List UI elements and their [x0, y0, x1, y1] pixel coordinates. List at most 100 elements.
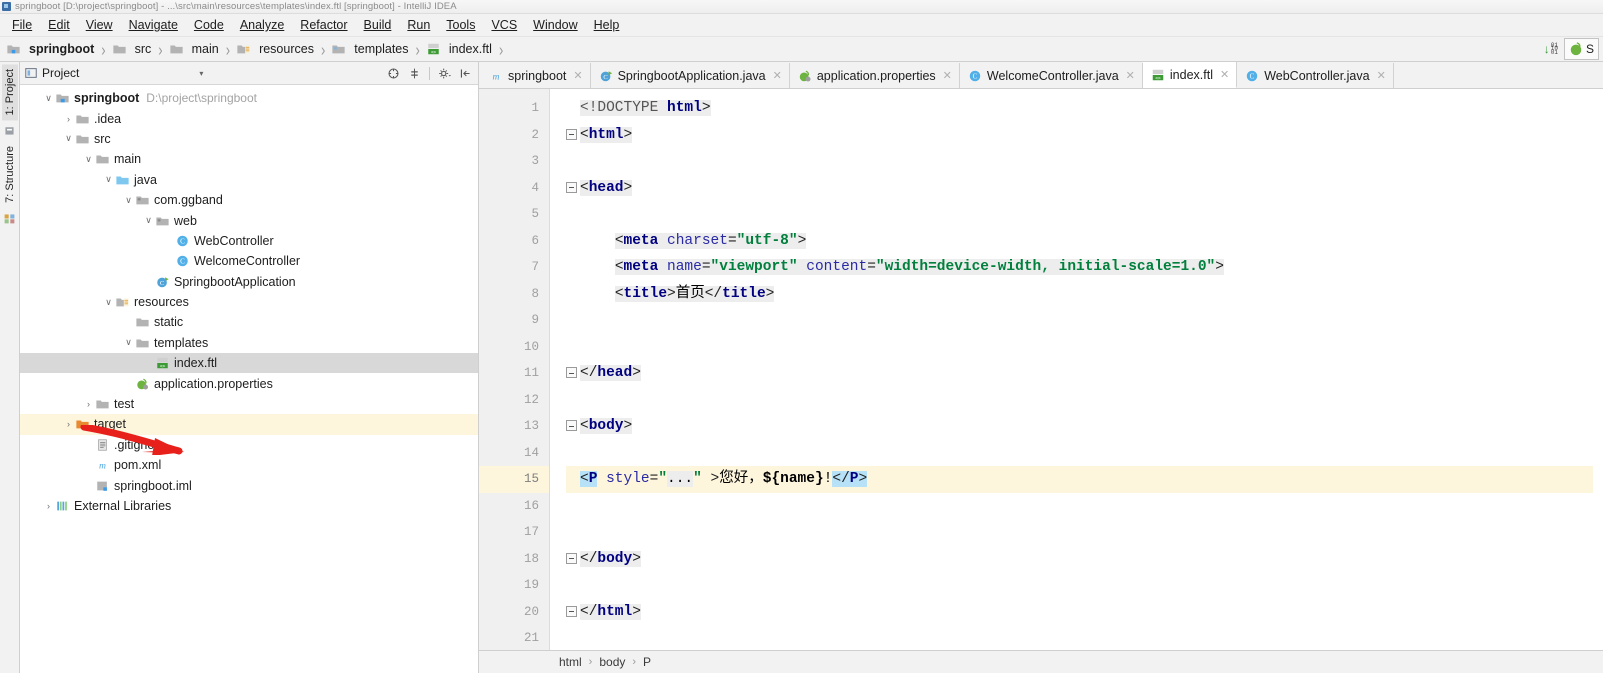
hide-panel-icon[interactable]: [459, 67, 472, 80]
code-line-7[interactable]: <meta name="viewport" content="width=dev…: [566, 254, 1603, 281]
breadcrumb-springboot[interactable]: springboot: [6, 42, 94, 56]
menu-vcs[interactable]: VCS: [483, 16, 525, 34]
code-line-21[interactable]: [566, 625, 1603, 650]
chevron-down-icon[interactable]: ∨: [142, 214, 155, 227]
code-fold-toggle[interactable]: [566, 181, 577, 193]
code-fold-toggle[interactable]: [566, 605, 577, 617]
menu-file[interactable]: File: [4, 16, 40, 34]
tree-row-springbootapplication[interactable]: C SpringbootApplication: [20, 272, 478, 292]
code-line-1[interactable]: <!DOCTYPE html>: [566, 95, 1603, 122]
menu-help[interactable]: Help: [586, 16, 628, 34]
code-editor[interactable]: 1 2 3 4 5 6 7 8 9 10 11 12 13 14 15 16 17 18 19 20 21 <!DOCT…: [479, 89, 1603, 650]
code-fold-toggle[interactable]: [566, 420, 577, 431]
editor-tab-webcontroller-java[interactable]: C WebController.java ✕: [1237, 63, 1394, 88]
code-line-6[interactable]: <meta charset="utf-8">: [566, 228, 1603, 255]
ant-build-icon[interactable]: [3, 212, 16, 225]
breadcrumb-index-ftl[interactable]: <> index.ftl: [426, 42, 492, 56]
code-text-area[interactable]: <!DOCTYPE html> <html> <head> <meta charse…: [550, 89, 1603, 650]
tool-tab-structure[interactable]: 7: Structure: [2, 141, 18, 208]
code-line-10[interactable]: [566, 334, 1603, 361]
code-line-11[interactable]: </head>: [566, 360, 1603, 387]
menu-view[interactable]: View: [78, 16, 121, 34]
settings-gear-icon[interactable]: [438, 67, 451, 80]
close-icon[interactable]: ✕: [573, 69, 582, 82]
code-line-9[interactable]: [566, 307, 1603, 334]
code-line-15[interactable]: <P style="..." >您好，${name}!</P>: [566, 466, 1603, 493]
tree-row-webcontroller[interactable]: C WebController: [20, 231, 478, 251]
code-line-13[interactable]: <body>: [566, 413, 1603, 440]
tree-row-src[interactable]: ∨ src: [20, 129, 478, 149]
code-line-4[interactable]: <head>: [566, 175, 1603, 202]
run-configuration-chip[interactable]: S: [1563, 38, 1599, 60]
tree-row-resources[interactable]: ∨ resources: [20, 292, 478, 312]
chevron-down-icon[interactable]: ∨: [122, 336, 135, 349]
breadcrumb-main[interactable]: main: [169, 42, 219, 56]
chevron-down-icon[interactable]: ∨: [82, 153, 95, 166]
code-line-16[interactable]: [566, 493, 1603, 520]
menu-code[interactable]: Code: [186, 16, 232, 34]
tree-row-index-ftl[interactable]: <> index.ftl: [20, 353, 478, 374]
menu-navigate[interactable]: Navigate: [121, 16, 186, 34]
code-fold-toggle[interactable]: [566, 552, 577, 564]
code-line-12[interactable]: [566, 387, 1603, 414]
expand-all-icon[interactable]: [408, 67, 421, 80]
menu-edit[interactable]: Edit: [40, 16, 78, 34]
menu-window[interactable]: Window: [525, 16, 585, 34]
tree-row-idea[interactable]: › .idea: [20, 108, 478, 128]
tree-row-web[interactable]: ∨ web: [20, 210, 478, 230]
close-icon[interactable]: ✕: [943, 69, 952, 82]
editor-tab-application-properties[interactable]: application.properties ✕: [789, 63, 960, 88]
bottom-breadcrumb-html[interactable]: html: [559, 655, 582, 669]
tree-row-welcomecontroller[interactable]: C WelcomeController: [20, 251, 478, 271]
tree-row-pom-xml[interactable]: m pom.xml: [20, 455, 478, 475]
bottom-breadcrumb-body[interactable]: body: [599, 655, 625, 669]
bottom-breadcrumb-p[interactable]: P: [643, 655, 651, 669]
chevron-right-icon[interactable]: ›: [62, 418, 75, 431]
code-line-19[interactable]: [566, 572, 1603, 599]
editor-vertical-scrollbar[interactable]: [1593, 89, 1603, 650]
code-line-20[interactable]: </html>: [566, 599, 1603, 626]
close-icon[interactable]: ✕: [1126, 69, 1135, 82]
tool-tab-project[interactable]: 1: Project: [1, 64, 18, 121]
code-line-2[interactable]: <html>: [566, 122, 1603, 149]
editor-tab-welcomecontroller-java[interactable]: C WelcomeController.java ✕: [959, 63, 1143, 88]
code-line-5[interactable]: [566, 201, 1603, 228]
code-fold-toggle[interactable]: [566, 128, 577, 140]
tree-row-templates[interactable]: ∨ templates: [20, 333, 478, 353]
breadcrumb-src[interactable]: src: [112, 42, 151, 56]
menu-build[interactable]: Build: [356, 16, 400, 34]
editor-tab-index-ftl[interactable]: <> index.ftl ✕: [1142, 62, 1238, 88]
breadcrumb-resources[interactable]: resources: [236, 42, 314, 56]
code-line-18[interactable]: </body>: [566, 546, 1603, 573]
close-icon[interactable]: ✕: [773, 69, 782, 82]
close-icon[interactable]: ✕: [1220, 68, 1229, 81]
tree-row-main[interactable]: ∨ main: [20, 149, 478, 169]
menu-tools[interactable]: Tools: [438, 16, 483, 34]
tree-row-java[interactable]: ∨ java: [20, 170, 478, 190]
tree-row-application-properties[interactable]: application.properties: [20, 373, 478, 393]
chevron-down-icon[interactable]: ∨: [62, 132, 75, 145]
collapse-all-icon[interactable]: [387, 67, 400, 80]
editor-tab-springboot[interactable]: m springboot ✕: [481, 63, 591, 88]
chevron-down-icon[interactable]: ∨: [122, 194, 135, 207]
chevron-right-icon[interactable]: ›: [42, 500, 55, 513]
chevron-right-icon[interactable]: ›: [82, 398, 95, 411]
tree-row-target[interactable]: › target: [20, 414, 478, 435]
chevron-down-icon[interactable]: ∨: [102, 173, 115, 186]
tree-row-gitignore[interactable]: .gitignore: [20, 435, 478, 455]
code-fold-toggle[interactable]: [566, 367, 577, 378]
tree-row-external-libraries[interactable]: › External Libraries: [20, 496, 478, 516]
version-update-icon[interactable]: ↓ 01 10 01: [1544, 42, 1558, 55]
code-line-14[interactable]: [566, 440, 1603, 467]
code-line-17[interactable]: [566, 519, 1603, 546]
tree-row-com-ggband[interactable]: ∨ com.ggband: [20, 190, 478, 210]
tree-row-springboot-iml[interactable]: springboot.iml: [20, 475, 478, 495]
tree-row-test[interactable]: › test: [20, 394, 478, 414]
close-icon[interactable]: ✕: [1377, 69, 1386, 82]
chevron-right-icon[interactable]: ›: [62, 112, 75, 125]
tree-row-springboot[interactable]: ∨ springboot D:\project\springboot: [20, 88, 478, 108]
breadcrumb-templates[interactable]: templates: [331, 42, 409, 56]
chevron-down-icon[interactable]: ▾: [199, 69, 203, 78]
menu-refactor[interactable]: Refactor: [292, 16, 355, 34]
chevron-down-icon[interactable]: ∨: [42, 92, 55, 105]
